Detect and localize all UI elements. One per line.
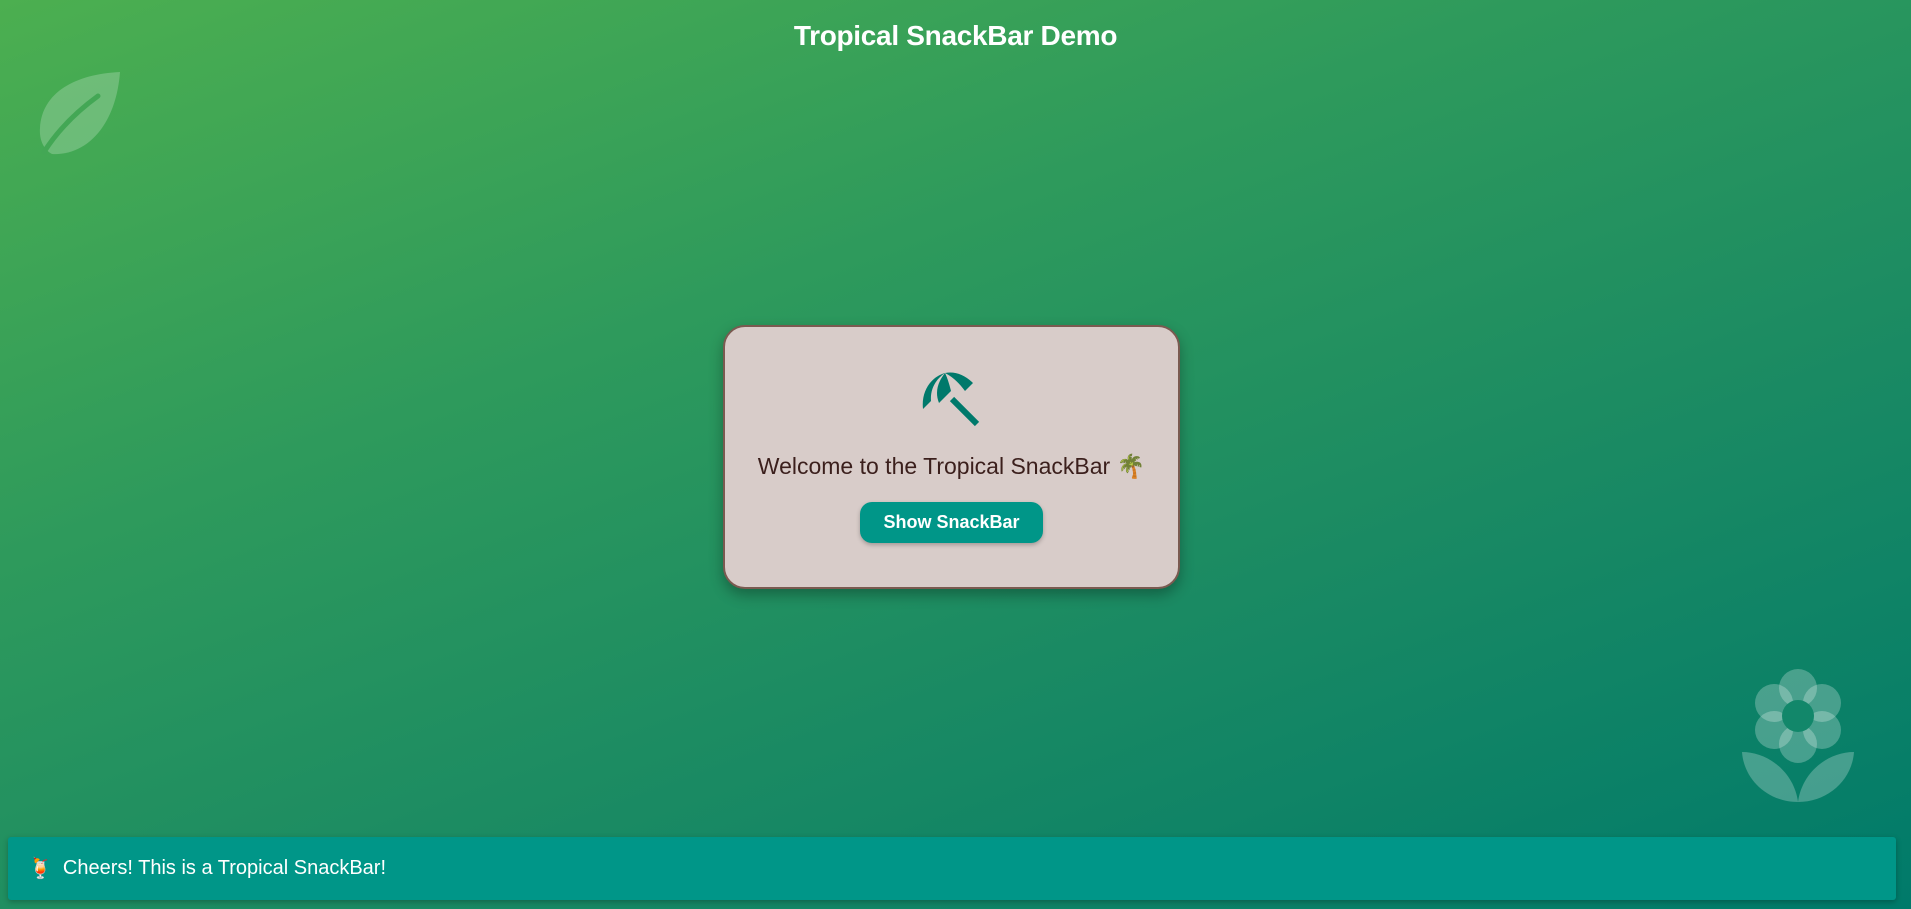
welcome-card: Welcome to the Tropical SnackBar 🌴 Show … xyxy=(723,325,1180,589)
app-bar: Tropical SnackBar Demo xyxy=(0,0,1911,72)
show-snackbar-button[interactable]: Show SnackBar xyxy=(860,502,1043,543)
leaf-icon xyxy=(39,72,120,155)
snackbar: 🍹 Cheers! This is a Tropical SnackBar! xyxy=(8,837,1896,900)
snackbar-message: Cheers! This is a Tropical SnackBar! xyxy=(62,857,387,879)
welcome-text: Welcome to the Tropical SnackBar 🌴 xyxy=(757,453,1146,479)
flower-icon xyxy=(1742,669,1854,802)
app-title: Tropical SnackBar Demo xyxy=(793,20,1118,51)
cocktail-icon: 🍹 xyxy=(28,857,53,880)
beach-umbrella-icon xyxy=(922,372,979,427)
